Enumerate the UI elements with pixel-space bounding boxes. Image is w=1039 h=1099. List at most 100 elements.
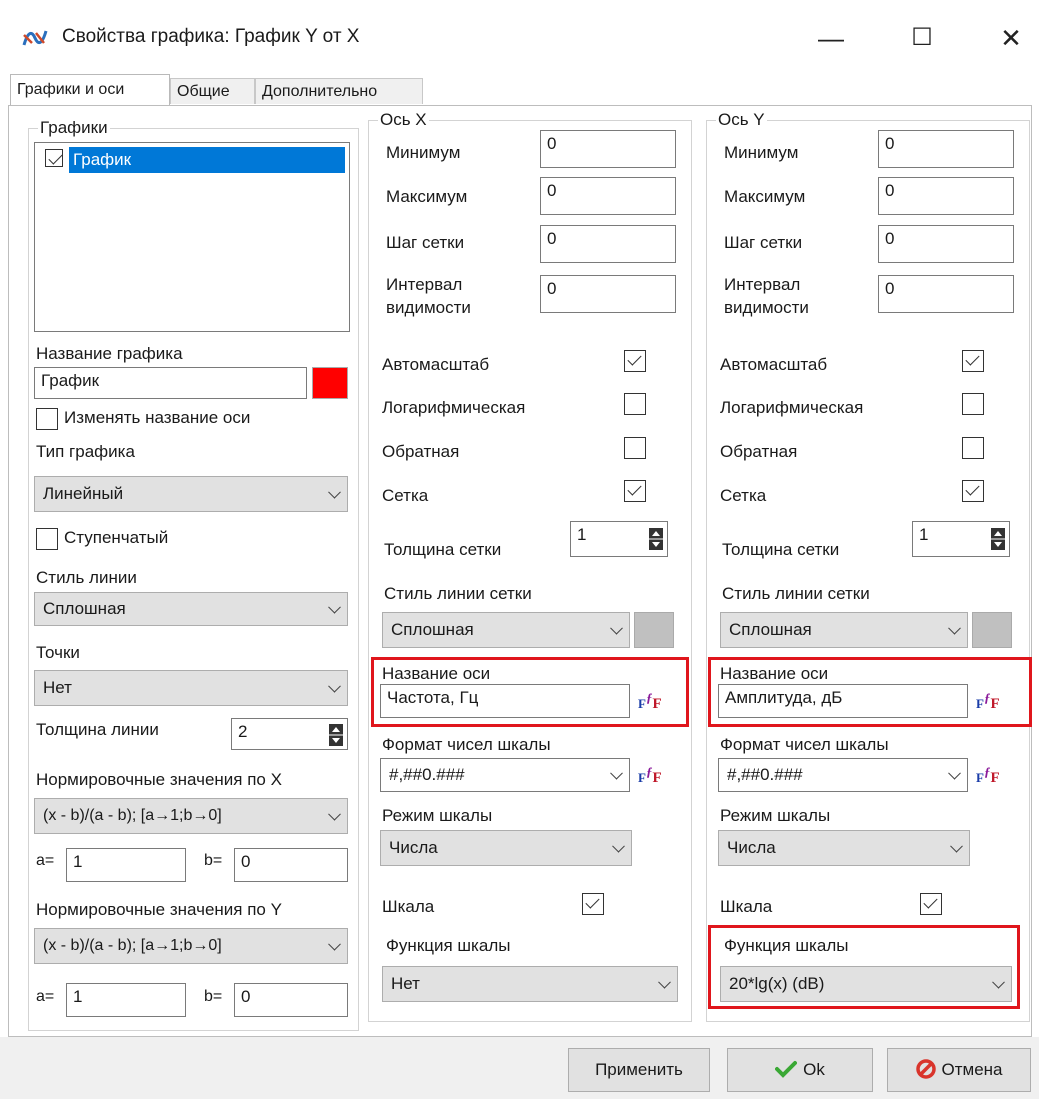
axis-x-interval-label-1: Интервал [386, 275, 463, 294]
chevron-down-icon [328, 937, 341, 951]
axis-y-max-input[interactable]: 0 [878, 177, 1014, 215]
axis-x-group-label: Ось X [378, 110, 429, 130]
spinner-arrows-icon[interactable] [991, 528, 1005, 550]
axis-y-autoscale-checkbox[interactable] [962, 350, 984, 372]
axis-y-interval-input[interactable]: 0 [878, 275, 1014, 313]
axis-x-min-input[interactable]: 0 [540, 130, 676, 168]
line-width-label: Толщина линии [36, 720, 159, 739]
tab-graphs-axes[interactable]: Графики и оси [10, 74, 170, 106]
axis-y-format-formula-icon[interactable]: FƒF [976, 764, 1000, 787]
line-width-spinner[interactable]: 2 [231, 718, 348, 750]
tab-general[interactable]: Общие [170, 78, 255, 104]
tab-advanced[interactable]: Дополнительно [255, 78, 423, 104]
graph-name-input[interactable]: График [34, 367, 307, 399]
axis-x-max-label: Максимум [386, 187, 468, 206]
axis-y-autoscale-label: Автомасштаб [720, 355, 828, 374]
axis-x-format-value: #,##0.### [389, 765, 465, 784]
norm-y-a-input[interactable]: 1 [66, 983, 186, 1017]
axis-x-log-checkbox[interactable] [624, 393, 646, 415]
axis-y-grid-style-select[interactable]: Сплошная [720, 612, 968, 648]
list-item[interactable]: График [39, 147, 345, 173]
norm-x-b-input[interactable]: 0 [234, 848, 348, 882]
stepped-checkbox[interactable] [36, 528, 58, 550]
chevron-down-icon [610, 621, 623, 635]
points-select[interactable]: Нет [34, 670, 348, 706]
rename-axis-checkbox[interactable] [36, 408, 58, 430]
axis-x-name-formula-icon[interactable]: FƒF [638, 690, 662, 713]
axis-y-name-input[interactable]: Амплитуда, дБ [718, 684, 968, 718]
axis-x-grid-step-label: Шаг сетки [386, 233, 465, 252]
axis-x-name-label: Название оси [382, 664, 491, 683]
graph-list[interactable]: График [34, 142, 350, 332]
axis-x-format-formula-icon[interactable]: FƒF [638, 764, 662, 787]
cancel-button[interactable]: Отмена [887, 1048, 1031, 1092]
norm-y-value: (x - b)/(a - b); [a→1;b→0] [43, 937, 222, 954]
axis-x-grid-width-value: 1 [577, 525, 587, 544]
axis-y-grid-checkbox[interactable] [962, 480, 984, 502]
line-style-label: Стиль линии [36, 568, 137, 587]
graph-visible-checkbox[interactable] [45, 149, 63, 167]
axis-y-log-checkbox[interactable] [962, 393, 984, 415]
apply-button[interactable]: Применить [568, 1048, 710, 1092]
spinner-arrows-icon[interactable] [329, 724, 343, 746]
norm-y-select[interactable]: (x - b)/(a - b); [a→1;b→0] [34, 928, 348, 964]
axis-x-scale-checkbox[interactable] [582, 893, 604, 915]
axis-x-min-label: Минимум [386, 143, 461, 162]
maximize-button[interactable]: ☐ [899, 18, 945, 58]
axis-y-format-select[interactable]: #,##0.### [718, 758, 968, 792]
axis-y-grid-label: Сетка [720, 486, 767, 505]
axis-x-max-input[interactable]: 0 [540, 177, 676, 215]
axis-y-grid-width-spinner[interactable]: 1 [912, 521, 1010, 557]
minimize-button[interactable]: — [808, 18, 854, 58]
axis-y-reverse-label: Обратная [720, 442, 798, 461]
chevron-down-icon [612, 839, 625, 853]
axis-x-interval-input[interactable]: 0 [540, 275, 676, 313]
norm-x-value: (x - b)/(a - b); [a→1;b→0] [43, 807, 222, 824]
axis-x-grid-width-spinner[interactable]: 1 [570, 521, 668, 557]
axis-x-scale-mode-select[interactable]: Числа [380, 830, 632, 866]
norm-x-a-input[interactable]: 1 [66, 848, 186, 882]
axis-x-grid-style-label: Стиль линии сетки [384, 584, 532, 603]
points-value: Нет [43, 678, 72, 697]
axis-y-scale-function-select[interactable]: 20*lg(x) (dB) [720, 966, 1012, 1002]
graph-color-swatch[interactable] [312, 367, 348, 399]
axis-x-autoscale-label: Автомасштаб [382, 355, 490, 374]
line-style-value: Сплошная [43, 599, 126, 618]
axis-y-format-value: #,##0.### [727, 765, 803, 784]
axis-x-autoscale-checkbox[interactable] [624, 350, 646, 372]
spinner-arrows-icon[interactable] [649, 528, 663, 550]
line-style-select[interactable]: Сплошная [34, 592, 348, 626]
axis-y-reverse-checkbox[interactable] [962, 437, 984, 459]
close-button[interactable]: ✕ [988, 18, 1034, 58]
axis-x-scale-function-label: Функция шкалы [386, 936, 511, 955]
axis-y-grid-step-input[interactable]: 0 [878, 225, 1014, 263]
axis-y-grid-style-label: Стиль линии сетки [722, 584, 870, 603]
axis-y-scale-mode-label: Режим шкалы [720, 806, 831, 825]
axis-x-grid-label: Сетка [382, 486, 429, 505]
axis-y-grid-color-swatch[interactable] [972, 612, 1012, 648]
axis-y-scale-mode-select[interactable]: Числа [718, 830, 970, 866]
axis-y-scale-checkbox[interactable] [920, 893, 942, 915]
norm-y-b-input[interactable]: 0 [234, 983, 348, 1017]
graph-type-value: Линейный [43, 484, 124, 503]
points-label: Точки [36, 643, 80, 662]
rename-axis-label: Изменять название оси [64, 408, 251, 427]
axis-x-name-input[interactable]: Частота, Гц [380, 684, 630, 718]
axis-x-grid-color-swatch[interactable] [634, 612, 674, 648]
graph-type-label: Тип графика [36, 442, 135, 461]
axis-x-grid-style-select[interactable]: Сплошная [382, 612, 630, 648]
axis-y-min-input[interactable]: 0 [878, 130, 1014, 168]
ok-button[interactable]: Ok [727, 1048, 873, 1092]
axis-y-name-formula-icon[interactable]: FƒF [976, 690, 1000, 713]
chevron-down-icon [658, 975, 671, 989]
axis-y-name-label: Название оси [720, 664, 829, 683]
chevron-down-icon [948, 621, 961, 635]
axis-y-grid-style-value: Сплошная [729, 620, 812, 639]
norm-x-select[interactable]: (x - b)/(a - b); [a→1;b→0] [34, 798, 348, 834]
axis-x-grid-checkbox[interactable] [624, 480, 646, 502]
axis-x-format-select[interactable]: #,##0.### [380, 758, 630, 792]
axis-x-scale-function-select[interactable]: Нет [382, 966, 678, 1002]
axis-x-reverse-checkbox[interactable] [624, 437, 646, 459]
graph-type-select[interactable]: Линейный [34, 476, 348, 512]
axis-x-grid-step-input[interactable]: 0 [540, 225, 676, 263]
